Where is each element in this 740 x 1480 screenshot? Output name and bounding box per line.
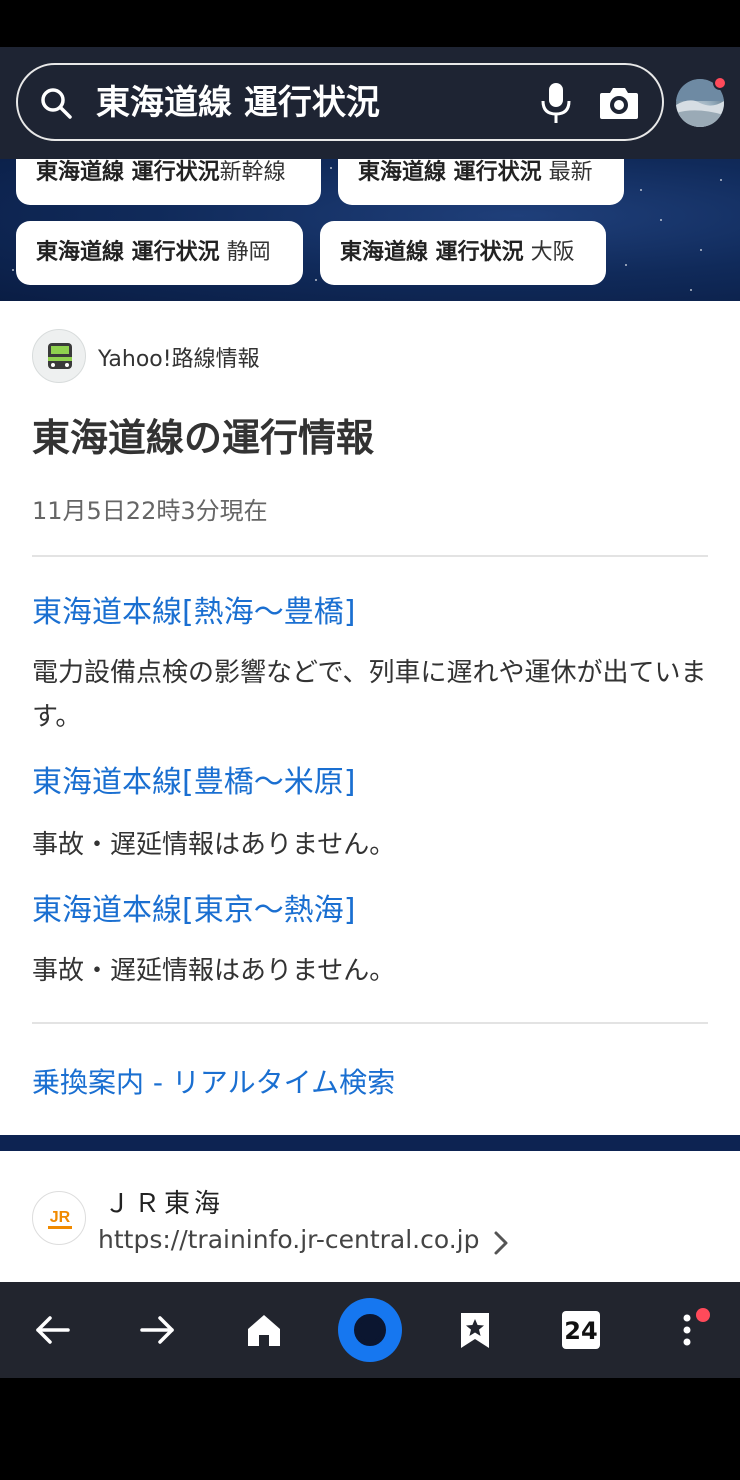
route-link[interactable]: 東海道本線[豊橋～米原] [32, 757, 355, 801]
train-info-card: Yahoo!路線情報 東海道線の運行情報 11月5日22時3分現在 東海道本線[… [0, 301, 740, 1135]
suggestion-bold-text: 東海道線 運行状況 [36, 160, 220, 185]
search-result[interactable]: JR ＪＲ東海 https://traininfo.jr-central.co.… [0, 1151, 740, 1282]
notification-dot [713, 76, 727, 90]
home-icon [248, 1315, 280, 1346]
circle-icon [354, 1314, 386, 1346]
related-searches: 東海道線 運行状況新幹線 東海道線 運行状況 最新 東海道線 運行状況 静岡 東… [0, 159, 740, 301]
suggestion-text: 静岡 [219, 240, 271, 265]
forward-button[interactable] [130, 1302, 186, 1358]
route-status: 事故・遅延情報はありません。 [32, 830, 396, 860]
tabs-button[interactable]: 24 [553, 1302, 609, 1358]
camera-icon[interactable] [598, 85, 640, 121]
forward-arrow-icon [140, 1316, 174, 1344]
bookmark-star-icon [461, 1313, 489, 1348]
chevron-right-icon[interactable] [490, 1229, 512, 1257]
back-button[interactable] [24, 1302, 80, 1358]
suggestion-bold-text: 東海道線 運行状況 [340, 240, 524, 265]
bookmarks-button[interactable] [447, 1302, 503, 1358]
back-arrow-icon [36, 1316, 70, 1344]
route-link[interactable]: 東海道本線[東京～熱海] [32, 885, 355, 929]
card-title: 東海道線の運行情報 [32, 416, 375, 460]
result-url[interactable]: https://traininfo.jr-central.co.jp [98, 1225, 479, 1254]
source-name: Yahoo!路線情報 [98, 347, 260, 372]
suggestion-bold-text: 東海道線 運行状況 [358, 160, 542, 185]
suggestion-chip[interactable]: 東海道線 運行状況 最新 [338, 159, 624, 205]
notification-dot [696, 1308, 710, 1322]
microphone-icon[interactable] [538, 81, 574, 125]
result-title[interactable]: ＪＲ東海 [104, 1183, 224, 1220]
suggestion-bold-text: 東海道線 運行状況 [36, 240, 220, 265]
suggestion-text: 大阪 [523, 240, 575, 265]
svg-text:JR: JR [50, 1209, 71, 1226]
jr-logo-icon: JR [32, 1191, 86, 1245]
bottom-nav-bar: 24 [0, 1282, 740, 1378]
status-bar [0, 0, 740, 47]
suggestion-chip[interactable]: 東海道線 運行状況新幹線 [16, 159, 321, 205]
divider [32, 1022, 708, 1024]
route-status: 事故・遅延情報はありません。 [32, 956, 396, 986]
timestamp: 11月5日22時3分現在 [32, 497, 268, 525]
route-status: 電力設備点検の影響などで、列車に遅れや運休が出ています。 [32, 658, 707, 732]
home-button[interactable] [236, 1302, 292, 1358]
search-circle-button[interactable] [338, 1298, 402, 1362]
search-box[interactable]: 東海道線 運行状況 [16, 63, 664, 141]
section-separator [0, 1135, 740, 1151]
search-header: 東海道線 運行状況 [0, 47, 740, 159]
suggestion-chip[interactable]: 東海道線 運行状況 大阪 [320, 221, 606, 285]
route-link[interactable]: 東海道本線[熱海～豊橋] [32, 587, 355, 631]
divider [32, 555, 708, 557]
search-icon[interactable] [38, 85, 74, 121]
search-input[interactable]: 東海道線 運行状況 [96, 83, 380, 123]
system-nav-area [0, 1378, 740, 1480]
transfer-search-link[interactable]: 乗換案内 - リアルタイム検索 [32, 1061, 395, 1101]
suggestion-text: 最新 [541, 160, 593, 185]
suggestion-text: 新幹線 [219, 160, 286, 185]
more-menu-icon [683, 1314, 691, 1346]
train-icon [32, 329, 86, 383]
tab-counter: 24 [562, 1311, 600, 1349]
suggestion-chip[interactable]: 東海道線 運行状況 静岡 [16, 221, 303, 285]
